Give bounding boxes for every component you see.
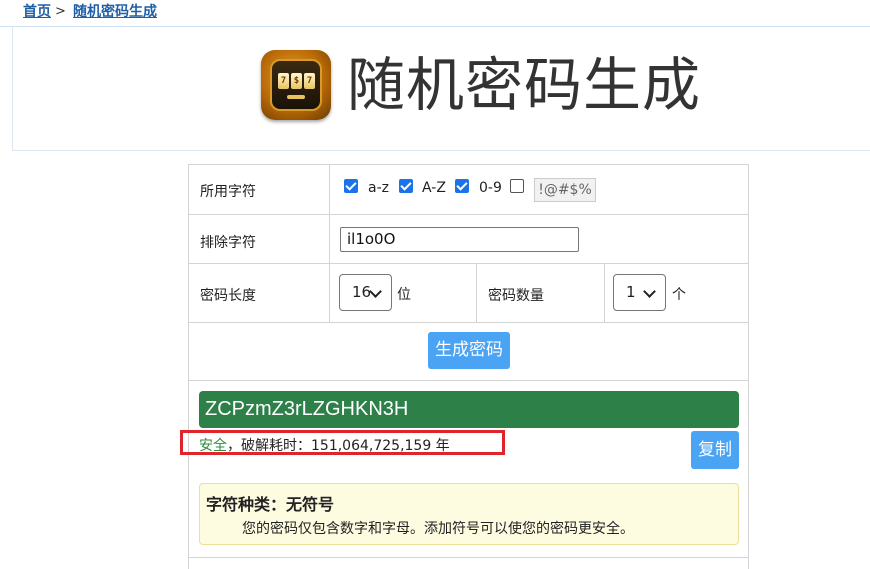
uppercase-checkbox[interactable]	[399, 179, 413, 193]
generate-button[interactable]: 生成密码	[428, 332, 510, 369]
tip-box: 字符种类：无符号 您的密码仅包含数字和字母。添加符号可以使您的密码更安全。	[199, 483, 739, 545]
highlight-box	[180, 430, 505, 455]
exclude-chars-input[interactable]: il1o0O	[340, 227, 579, 252]
symbols-checkbox[interactable]	[510, 179, 524, 193]
tip-title: 字符种类：无符号	[206, 495, 335, 514]
exclude-label: 排除字符	[200, 235, 256, 251]
digits-checkbox[interactable]	[455, 179, 469, 193]
count-unit: 个	[672, 287, 686, 303]
page-title: 随机密码生成	[347, 51, 702, 119]
lowercase-option-label: a-z	[368, 180, 389, 196]
slot-machine-icon: 7 $7	[261, 50, 331, 120]
length-unit: 位	[397, 287, 411, 303]
digits-option-label: 0-9	[479, 180, 502, 196]
password-output[interactable]: ZCPzmZ3rLZGHKN3H	[199, 391, 739, 428]
uppercase-option-label: A-Z	[422, 180, 446, 196]
breadcrumb-separator: >	[55, 4, 66, 19]
length-select[interactable]: 16	[339, 274, 392, 311]
symbols-field[interactable]: !@#$%	[534, 178, 596, 202]
length-label: 密码长度	[200, 288, 256, 304]
charset-label: 所用字符	[200, 184, 256, 200]
chevron-down-icon	[643, 285, 656, 298]
count-select-value: 1	[626, 283, 636, 301]
tip-body: 您的密码仅包含数字和字母。添加符号可以使您的密码更安全。	[242, 521, 634, 537]
length-select-value: 16	[352, 283, 372, 301]
count-select[interactable]: 1	[613, 274, 666, 311]
breadcrumb: 首页 > 随机密码生成	[0, 0, 870, 27]
breadcrumb-current-link[interactable]: 随机密码生成	[73, 1, 157, 23]
count-label: 密码数量	[488, 288, 544, 304]
divider	[188, 557, 749, 558]
copy-button[interactable]: 复制	[691, 431, 739, 469]
breadcrumb-home-link[interactable]: 首页	[23, 1, 51, 23]
lowercase-checkbox[interactable]	[344, 179, 358, 193]
